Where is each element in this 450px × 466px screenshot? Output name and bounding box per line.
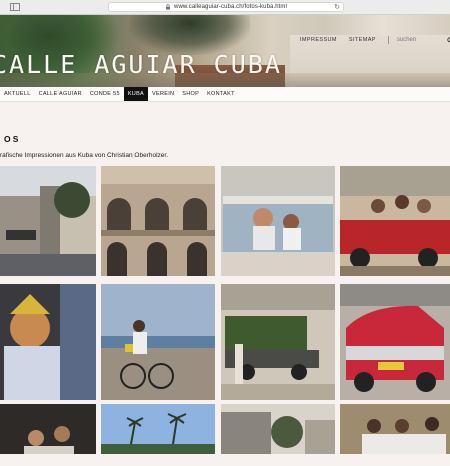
nav-item-aktuell[interactable]: AKTUELL <box>0 87 35 101</box>
divider <box>387 36 389 44</box>
gallery-photo[interactable] <box>0 284 96 400</box>
lock-icon <box>166 4 171 10</box>
gallery-photo[interactable] <box>101 166 215 276</box>
gallery-photo[interactable] <box>101 404 215 454</box>
url-text: www.calleaguiar-cuba.ch/fotos-kuba.html <box>174 4 287 10</box>
sitemap-link[interactable]: SITEMAP <box>349 37 376 43</box>
impressum-link[interactable]: IMPRESSUM <box>300 37 337 43</box>
nav-item-calle-aguiar[interactable]: CALLE AGUIAR <box>35 87 86 101</box>
gallery-photo[interactable] <box>221 404 335 454</box>
page-title: OS <box>4 134 21 144</box>
gallery-photo[interactable] <box>0 166 96 276</box>
nav-item-verein[interactable]: VEREIN <box>148 87 178 101</box>
gallery-photo[interactable] <box>340 166 450 276</box>
browser-toolbar: www.calleaguiar-cuba.ch/fotos-kuba.html … <box>0 0 450 15</box>
site-title[interactable]: CALLE AGUIAR CUBA <box>0 50 282 79</box>
top-links: IMPRESSUM SITEMAP suchen <box>300 35 450 45</box>
gallery-photo[interactable] <box>340 284 450 400</box>
gallery-photo[interactable] <box>0 404 96 454</box>
gallery-photo[interactable] <box>340 404 450 454</box>
gallery-photo[interactable] <box>221 284 335 400</box>
header-banner: CALLE AGUIAR CUBA IMPRESSUM SITEMAP such… <box>0 15 450 87</box>
photo-gallery <box>0 166 450 466</box>
gallery-photo[interactable] <box>101 284 215 400</box>
reload-icon[interactable]: ↻ <box>334 4 340 12</box>
main-nav: AKTUELL CALLE AGUIAR CONDE 55 KUBA VEREI… <box>0 87 450 102</box>
search-input[interactable]: suchen <box>397 37 441 43</box>
nav-item-conde-55[interactable]: CONDE 55 <box>86 87 124 101</box>
gallery-photo[interactable] <box>221 166 335 276</box>
intro-text: rafische Impressionen aus Kuba von Chris… <box>0 152 169 159</box>
address-bar[interactable]: www.calleaguiar-cuba.ch/fotos-kuba.html … <box>108 2 344 12</box>
nav-item-shop[interactable]: SHOP <box>178 87 203 101</box>
nav-item-kontakt[interactable]: KONTAKT <box>203 87 239 101</box>
nav-item-kuba[interactable]: KUBA <box>123 87 149 101</box>
sidebar-icon[interactable] <box>10 3 20 11</box>
